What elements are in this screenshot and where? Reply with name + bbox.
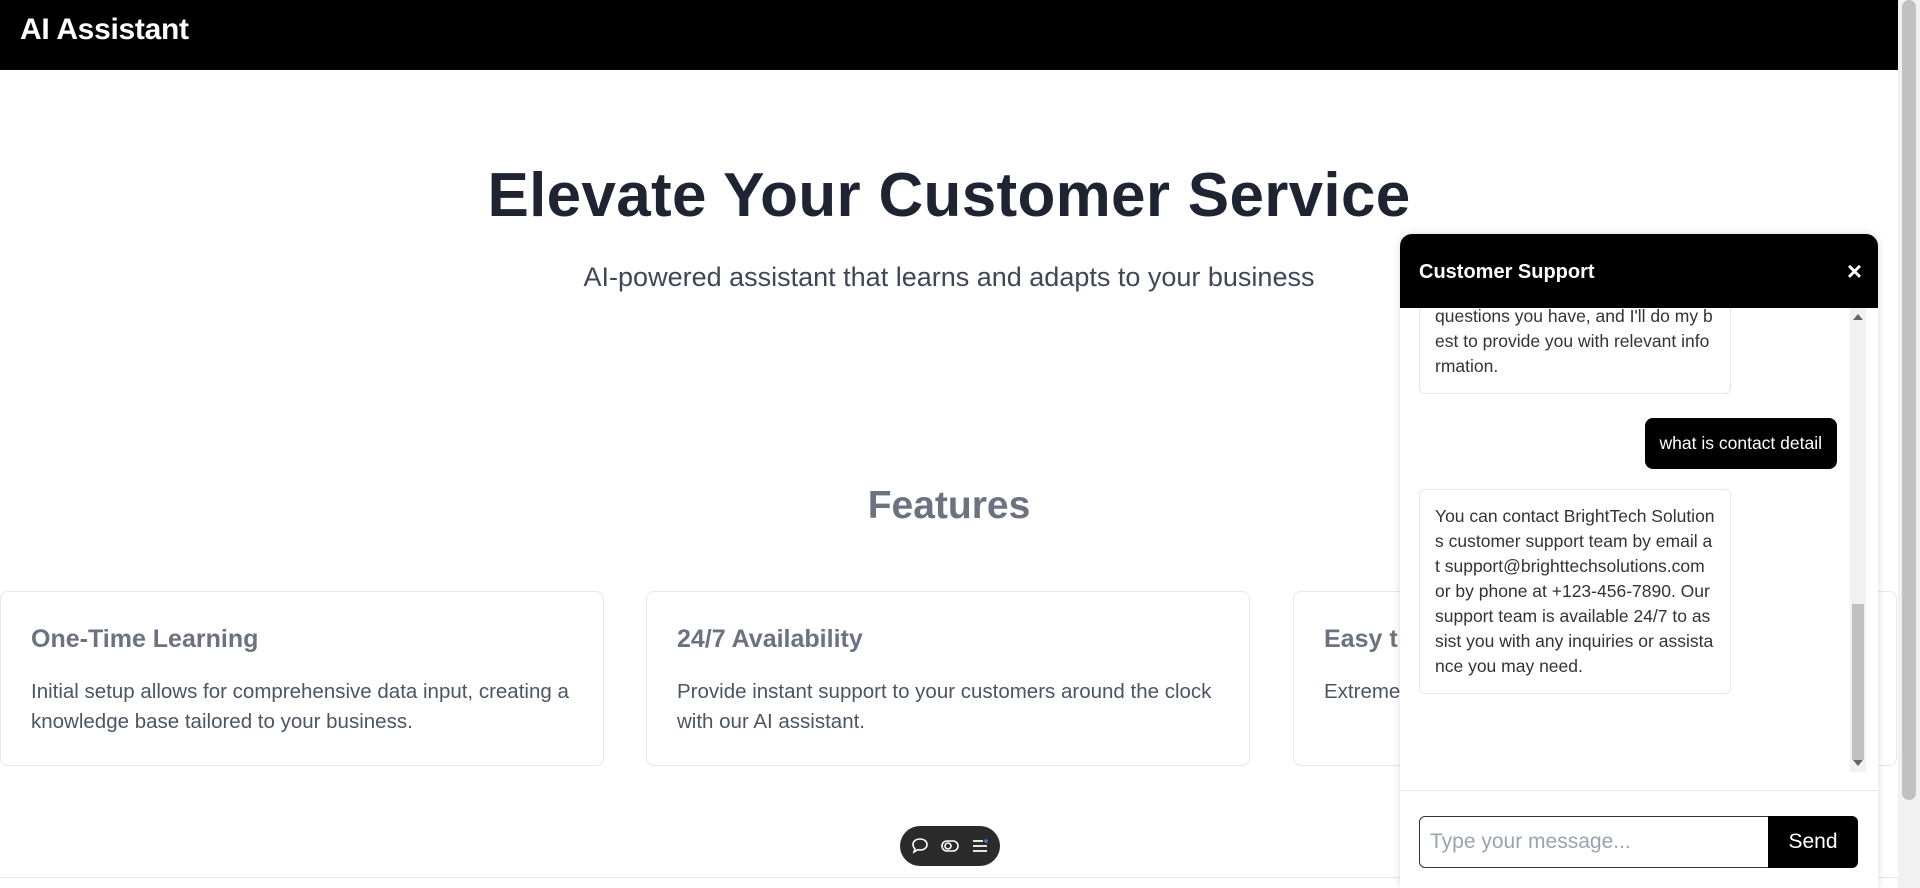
user-message: what is contact detail <box>1644 418 1837 469</box>
scroll-up-icon[interactable] <box>1853 314 1863 320</box>
chat-scrollbar[interactable] <box>1850 308 1866 772</box>
feature-card-description: Initial setup allows for comprehensive d… <box>31 680 569 733</box>
feature-card-title: One-Time Learning <box>31 625 259 653</box>
feature-card-one-time-learning: One-Time Learning Initial setup allows f… <box>0 591 604 766</box>
send-button[interactable]: Send <box>1768 816 1858 868</box>
feature-card-availability: 24/7 Availability Provide instant suppor… <box>646 591 1250 766</box>
feature-card-description: Provide instant support to your customer… <box>677 680 1212 733</box>
chat-title: Customer Support <box>1419 261 1595 283</box>
chat-header: Customer Support × <box>1400 234 1878 308</box>
floating-toolbar <box>900 826 1000 866</box>
chat-bubble-icon[interactable] <box>910 836 930 856</box>
toggle-icon[interactable] <box>940 836 960 856</box>
chat-input-area: Send <box>1400 790 1878 888</box>
message-input[interactable] <box>1419 816 1771 868</box>
hero-title: Elevate Your Customer Service <box>487 161 1411 230</box>
feature-card-title: 24/7 Availability <box>677 625 863 653</box>
scroll-down-icon[interactable] <box>1853 760 1863 766</box>
chat-widget: Customer Support × questions you have, a… <box>1400 234 1878 888</box>
chat-messages[interactable]: questions you have, and I'll do my best … <box>1400 308 1878 772</box>
close-icon[interactable]: × <box>1847 256 1862 287</box>
bot-message: questions you have, and I'll do my best … <box>1419 308 1731 394</box>
chat-scrollbar-thumb[interactable] <box>1852 604 1864 760</box>
top-navbar: AI Assistant <box>0 0 1898 70</box>
page-scrollbar-thumb[interactable] <box>1902 0 1916 800</box>
list-icon[interactable] <box>970 836 990 856</box>
page-scrollbar[interactable] <box>1898 0 1920 888</box>
feature-card-title: Easy t <box>1324 625 1398 653</box>
brand-title[interactable]: AI Assistant <box>20 13 189 47</box>
bot-message: You can contact BrightTech Solutions cus… <box>1419 489 1731 694</box>
